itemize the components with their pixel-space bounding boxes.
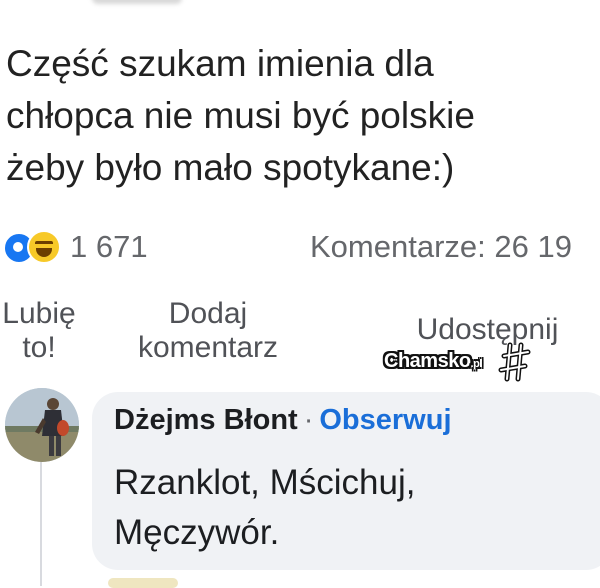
post-stats-bar: 1 671 Komentarze: 26 19 <box>0 225 600 269</box>
comment-button-label: komentarz <box>137 331 279 364</box>
avatar[interactable] <box>5 388 79 462</box>
like-button[interactable]: Lubię to! <box>0 297 84 365</box>
post-text-line: chłopca nie musi być polskie <box>6 95 475 136</box>
comment-button[interactable]: Dodaj komentarz <box>118 297 298 365</box>
comment-author[interactable]: Dżejms Błont <box>114 404 298 436</box>
post-text-line: Część szukam imienia dla <box>6 43 434 84</box>
comment-button-label: Dodaj <box>168 297 248 330</box>
like-button-label: to! <box>22 331 56 364</box>
watermark-text: Chamsko.pl <box>384 350 482 373</box>
comment-body-line: Męczywór. <box>114 513 280 552</box>
post-text: Część szukam imienia dla chłopca nie mus… <box>6 38 596 194</box>
hash-logo-icon <box>498 342 531 382</box>
comment-body: Rzanklot, Mścichuj, Męczywór. <box>114 458 415 558</box>
reactions-summary[interactable] <box>3 229 63 264</box>
post-text-line: żeby było mało spotykane:) <box>6 147 455 188</box>
avatar-photo <box>5 388 79 462</box>
watermark-tld: .pl <box>470 358 483 370</box>
watermark-logo: Chamsko.pl <box>384 342 534 386</box>
haha-icon <box>27 230 61 264</box>
cropped-header-fragment <box>92 0 182 4</box>
comment-bubble: Dżejms Błont · Obserwuj Rzanklot, Mścichuj… <box>92 392 600 570</box>
reaction-count[interactable]: 1 671 <box>70 229 148 265</box>
watermark-brand: Chamsko <box>384 350 471 372</box>
comments-count[interactable]: Komentarze: 26 19 <box>310 229 572 265</box>
separator-dot: · <box>303 404 314 436</box>
cropped-footer-fragment <box>108 578 178 588</box>
comment-thread-line <box>40 462 42 586</box>
follow-button[interactable]: Obserwuj <box>319 404 451 436</box>
like-button-label: Lubię <box>2 297 76 330</box>
comment-header: Dżejms Błont · Obserwuj <box>114 404 452 437</box>
comment-body-line: Rzanklot, Mścichuj, <box>114 463 416 502</box>
